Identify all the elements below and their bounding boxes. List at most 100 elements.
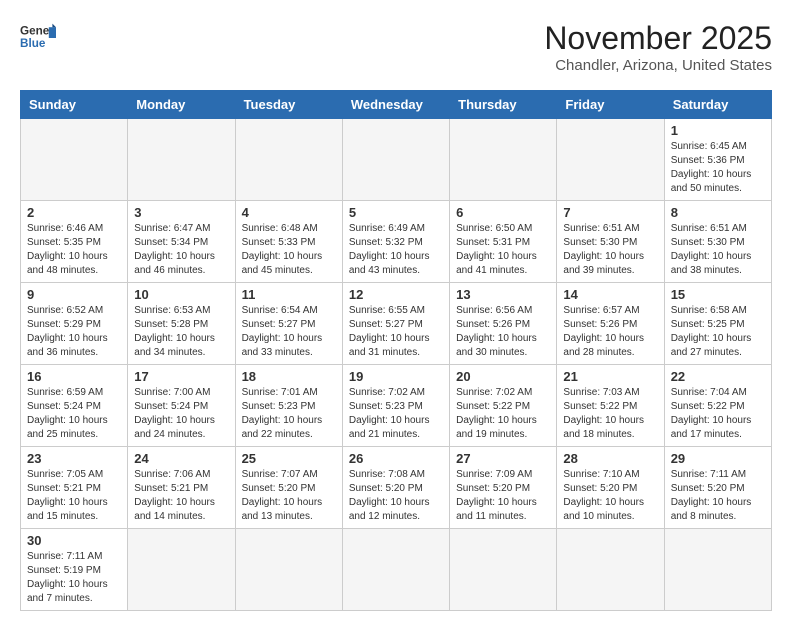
calendar-day-cell: 24 Sunrise: 7:06 AMSunset: 5:21 PMDayligh… bbox=[128, 447, 235, 529]
day-info: Sunrise: 7:07 AMSunset: 5:20 PMDaylight:… bbox=[242, 468, 336, 524]
calendar-week-row: 1Sunrise: 6:45 AMSunset: 5:36 PMDaylight… bbox=[21, 119, 772, 201]
day-number: 25 bbox=[242, 451, 336, 466]
day-number: 20 bbox=[456, 369, 550, 384]
calendar-day-cell: 25 Sunrise: 7:07 AMSunset: 5:20 PMDayligh… bbox=[235, 447, 342, 529]
calendar-day-cell: 16 Sunrise: 6:59 AMSunset: 5:24 PMDayligh… bbox=[21, 365, 128, 447]
day-number: 10 bbox=[134, 287, 228, 302]
day-number: 30 bbox=[27, 533, 121, 548]
header: General Blue November 2025 Chandler, Ari… bbox=[20, 20, 772, 74]
day-info: Sunrise: 6:50 AMSunset: 5:31 PMDaylight:… bbox=[456, 222, 550, 278]
calendar-day-cell bbox=[128, 119, 235, 201]
calendar-day-cell: 6Sunrise: 6:50 AMSunset: 5:31 PMDaylight… bbox=[450, 201, 557, 283]
calendar-day-cell: 11 Sunrise: 6:54 AMSunset: 5:27 PMDayligh… bbox=[235, 283, 342, 365]
day-info: Sunrise: 6:51 AMSunset: 5:30 PMDaylight:… bbox=[671, 222, 765, 278]
calendar-day-cell: 1Sunrise: 6:45 AMSunset: 5:36 PMDaylight… bbox=[664, 119, 771, 201]
day-number: 16 bbox=[27, 369, 121, 384]
calendar-day-cell: 19Sunrise: 7:02 AMSunset: 5:23 PMDayligh… bbox=[342, 365, 449, 447]
day-info: Sunrise: 6:48 AMSunset: 5:33 PMDaylight:… bbox=[242, 222, 336, 278]
day-info: Sunrise: 6:58 AMSunset: 5:25 PMDaylight:… bbox=[671, 304, 765, 360]
calendar-day-cell bbox=[557, 119, 664, 201]
weekday-header-monday: Monday bbox=[128, 91, 235, 119]
day-number: 26 bbox=[349, 451, 443, 466]
calendar-table: SundayMondayTuesdayWednesdayThursdayFrid… bbox=[20, 90, 772, 611]
day-info: Sunrise: 6:53 AMSunset: 5:28 PMDaylight:… bbox=[134, 304, 228, 360]
day-number: 7 bbox=[563, 205, 657, 220]
day-info: Sunrise: 7:06 AMSunset: 5:21 PMDaylight:… bbox=[134, 468, 228, 524]
day-number: 21 bbox=[563, 369, 657, 384]
day-info: Sunrise: 7:05 AMSunset: 5:21 PMDaylight:… bbox=[27, 468, 121, 524]
day-info: Sunrise: 6:56 AMSunset: 5:26 PMDaylight:… bbox=[456, 304, 550, 360]
calendar-day-cell: 26Sunrise: 7:08 AMSunset: 5:20 PMDayligh… bbox=[342, 447, 449, 529]
calendar-day-cell bbox=[342, 119, 449, 201]
calendar-week-row: 2Sunrise: 6:46 AMSunset: 5:35 PMDaylight… bbox=[21, 201, 772, 283]
day-info: Sunrise: 6:52 AMSunset: 5:29 PMDaylight:… bbox=[27, 304, 121, 360]
calendar-day-cell: 3 Sunrise: 6:47 AMSunset: 5:34 PMDaylight… bbox=[128, 201, 235, 283]
calendar-day-cell bbox=[450, 119, 557, 201]
generalblue-logo-icon: General Blue bbox=[20, 20, 56, 56]
calendar-day-cell bbox=[557, 529, 664, 611]
day-info: Sunrise: 6:51 AMSunset: 5:30 PMDaylight:… bbox=[563, 222, 657, 278]
day-info: Sunrise: 6:57 AMSunset: 5:26 PMDaylight:… bbox=[563, 304, 657, 360]
day-number: 18 bbox=[242, 369, 336, 384]
day-number: 28 bbox=[563, 451, 657, 466]
calendar-day-cell: 2Sunrise: 6:46 AMSunset: 5:35 PMDaylight… bbox=[21, 201, 128, 283]
day-info: Sunrise: 6:45 AMSunset: 5:36 PMDaylight:… bbox=[671, 140, 765, 196]
calendar-day-cell bbox=[128, 529, 235, 611]
day-number: 17 bbox=[134, 369, 228, 384]
day-info: Sunrise: 6:47 AMSunset: 5:34 PMDaylight:… bbox=[134, 222, 228, 278]
day-info: Sunrise: 7:09 AMSunset: 5:20 PMDaylight:… bbox=[456, 468, 550, 524]
calendar-week-row: 23 Sunrise: 7:05 AMSunset: 5:21 PMDayligh… bbox=[21, 447, 772, 529]
day-number: 13 bbox=[456, 287, 550, 302]
day-info: Sunrise: 7:11 AMSunset: 5:19 PMDaylight:… bbox=[27, 550, 121, 606]
weekday-header-friday: Friday bbox=[557, 91, 664, 119]
calendar-day-cell: 10 Sunrise: 6:53 AMSunset: 5:28 PMDayligh… bbox=[128, 283, 235, 365]
day-info: Sunrise: 7:01 AMSunset: 5:23 PMDaylight:… bbox=[242, 386, 336, 442]
calendar-day-cell bbox=[235, 119, 342, 201]
day-number: 27 bbox=[456, 451, 550, 466]
day-number: 14 bbox=[563, 287, 657, 302]
calendar-day-cell bbox=[21, 119, 128, 201]
calendar-title: November 2025 bbox=[544, 20, 772, 57]
day-info: Sunrise: 7:11 AMSunset: 5:20 PMDaylight:… bbox=[671, 468, 765, 524]
day-info: Sunrise: 6:46 AMSunset: 5:35 PMDaylight:… bbox=[27, 222, 121, 278]
calendar-day-cell: 28 Sunrise: 7:10 AMSunset: 5:20 PMDayligh… bbox=[557, 447, 664, 529]
calendar-day-cell bbox=[664, 529, 771, 611]
calendar-day-cell: 5 Sunrise: 6:49 AMSunset: 5:32 PMDaylight… bbox=[342, 201, 449, 283]
calendar-day-cell: 18 Sunrise: 7:01 AMSunset: 5:23 PMDayligh… bbox=[235, 365, 342, 447]
calendar-day-cell: 7 Sunrise: 6:51 AMSunset: 5:30 PMDaylight… bbox=[557, 201, 664, 283]
day-info: Sunrise: 6:49 AMSunset: 5:32 PMDaylight:… bbox=[349, 222, 443, 278]
day-number: 9 bbox=[27, 287, 121, 302]
calendar-day-cell: 22Sunrise: 7:04 AMSunset: 5:22 PMDayligh… bbox=[664, 365, 771, 447]
day-info: Sunrise: 6:54 AMSunset: 5:27 PMDaylight:… bbox=[242, 304, 336, 360]
day-number: 23 bbox=[27, 451, 121, 466]
day-info: Sunrise: 6:59 AMSunset: 5:24 PMDaylight:… bbox=[27, 386, 121, 442]
calendar-week-row: 16 Sunrise: 6:59 AMSunset: 5:24 PMDayligh… bbox=[21, 365, 772, 447]
calendar-day-cell: 27 Sunrise: 7:09 AMSunset: 5:20 PMDayligh… bbox=[450, 447, 557, 529]
calendar-day-cell: 30 Sunrise: 7:11 AMSunset: 5:19 PMDayligh… bbox=[21, 529, 128, 611]
day-info: Sunrise: 7:10 AMSunset: 5:20 PMDaylight:… bbox=[563, 468, 657, 524]
calendar-day-cell: 20 Sunrise: 7:02 AMSunset: 5:22 PMDayligh… bbox=[450, 365, 557, 447]
calendar-day-cell: 23 Sunrise: 7:05 AMSunset: 5:21 PMDayligh… bbox=[21, 447, 128, 529]
weekday-header-row: SundayMondayTuesdayWednesdayThursdayFrid… bbox=[21, 91, 772, 119]
day-number: 4 bbox=[242, 205, 336, 220]
day-number: 3 bbox=[134, 205, 228, 220]
day-number: 29 bbox=[671, 451, 765, 466]
calendar-day-cell: 14 Sunrise: 6:57 AMSunset: 5:26 PMDayligh… bbox=[557, 283, 664, 365]
day-number: 22 bbox=[671, 369, 765, 384]
calendar-day-cell: 9 Sunrise: 6:52 AMSunset: 5:29 PMDaylight… bbox=[21, 283, 128, 365]
day-number: 24 bbox=[134, 451, 228, 466]
day-number: 11 bbox=[242, 287, 336, 302]
calendar-day-cell: 12Sunrise: 6:55 AMSunset: 5:27 PMDayligh… bbox=[342, 283, 449, 365]
day-info: Sunrise: 7:02 AMSunset: 5:22 PMDaylight:… bbox=[456, 386, 550, 442]
calendar-day-cell: 13 Sunrise: 6:56 AMSunset: 5:26 PMDayligh… bbox=[450, 283, 557, 365]
day-info: Sunrise: 7:03 AMSunset: 5:22 PMDaylight:… bbox=[563, 386, 657, 442]
calendar-day-cell: 29 Sunrise: 7:11 AMSunset: 5:20 PMDayligh… bbox=[664, 447, 771, 529]
calendar-day-cell: 8Sunrise: 6:51 AMSunset: 5:30 PMDaylight… bbox=[664, 201, 771, 283]
calendar-week-row: 30 Sunrise: 7:11 AMSunset: 5:19 PMDayligh… bbox=[21, 529, 772, 611]
day-info: Sunrise: 7:02 AMSunset: 5:23 PMDaylight:… bbox=[349, 386, 443, 442]
weekday-header-thursday: Thursday bbox=[450, 91, 557, 119]
weekday-header-wednesday: Wednesday bbox=[342, 91, 449, 119]
calendar-week-row: 9 Sunrise: 6:52 AMSunset: 5:29 PMDaylight… bbox=[21, 283, 772, 365]
day-number: 12 bbox=[349, 287, 443, 302]
day-number: 5 bbox=[349, 205, 443, 220]
